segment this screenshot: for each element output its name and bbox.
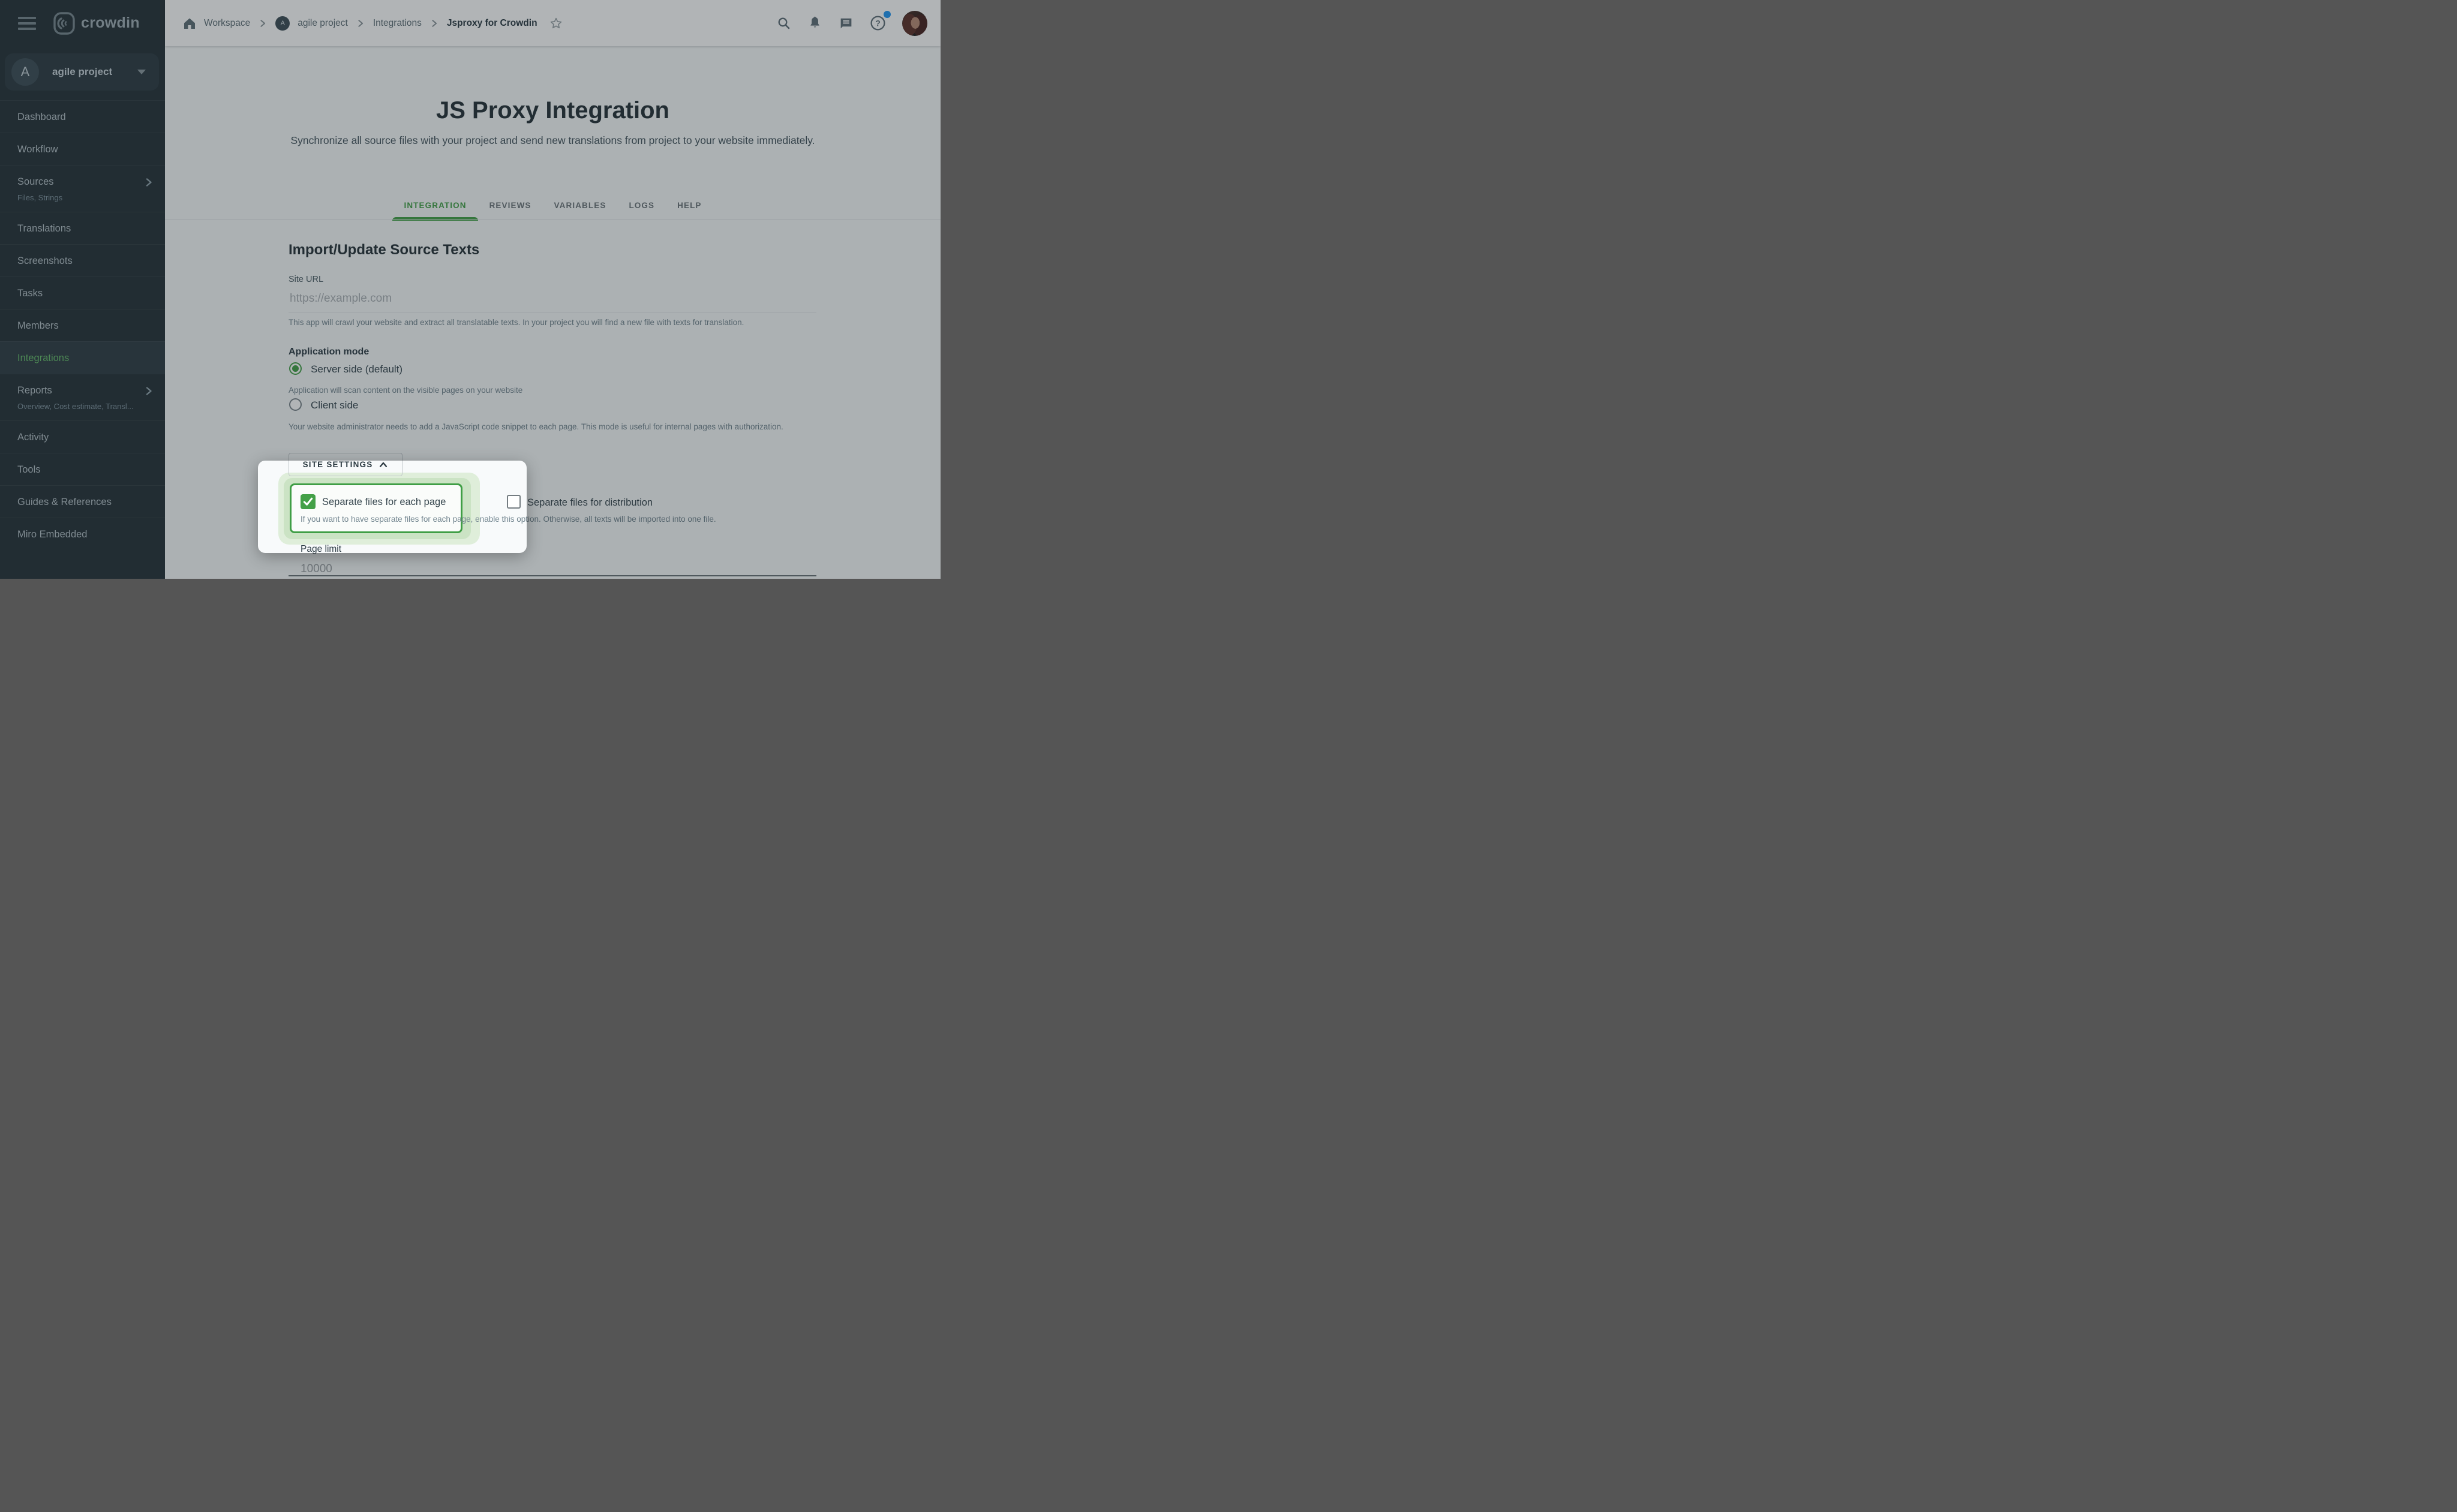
home-icon[interactable] [183, 17, 196, 30]
client-side-help: Your website administrator needs to add … [289, 422, 783, 431]
help-icon[interactable]: ? [870, 11, 891, 31]
sidebar-item[interactable]: Guides & References [0, 485, 165, 518]
sidebar-item[interactable]: Miro Embedded [0, 518, 165, 550]
chevron-right-icon [432, 19, 437, 27]
sidebar-item[interactable]: Workflow [0, 133, 165, 165]
sidebar: crowdin A agile project Dashboard Workfl… [0, 0, 165, 579]
highlighted-option-box [290, 483, 462, 533]
sidebar-item[interactable]: Tools [0, 453, 165, 485]
page-subtitle: Synchronize all source files with your p… [290, 134, 815, 146]
radio-client-side-label[interactable]: Client side [311, 399, 358, 411]
tabs-divider [165, 219, 941, 220]
page-limit-value[interactable]: 10000 [301, 563, 332, 576]
sidebar-item[interactable]: Dashboard [0, 100, 165, 133]
checkbox-separate-files-each-page-label[interactable]: Separate files for each page [322, 497, 446, 508]
site-url-input[interactable] [289, 285, 816, 312]
top-header: Workspace A agile project Integrations J… [165, 0, 941, 46]
site-settings-toggle-button[interactable]: SITE SETTINGS [289, 453, 403, 476]
breadcrumb-project[interactable]: agile project [298, 18, 348, 29]
tab-bar: INTEGRATION REVIEWS VARIABLES LOGS HELP [165, 194, 941, 221]
checkbox-separate-files-distribution-label[interactable]: Separate files for distribution [527, 497, 653, 509]
check-icon [303, 497, 313, 506]
tab[interactable]: LOGS [617, 194, 666, 220]
sidebar-item[interactable]: Tasks [0, 276, 165, 309]
crowdin-logo-icon [53, 11, 76, 35]
chevron-right-icon [143, 386, 154, 396]
server-side-help: Application will scan content on the vis… [289, 386, 523, 395]
sidebar-item-label: Translations [17, 223, 71, 234]
tab[interactable]: HELP [666, 194, 713, 220]
notifications-bell-icon[interactable] [807, 16, 822, 31]
project-selector[interactable]: A agile project [5, 53, 159, 91]
sidebar-item-label: Dashboard [17, 112, 66, 122]
chevron-right-icon [260, 19, 266, 27]
sidebar-item[interactable]: Screenshots [0, 244, 165, 276]
sidebar-item-label: Tools [17, 464, 41, 475]
sidebar-item-label: Miro Embedded [17, 529, 88, 540]
sidebar-item[interactable]: Integrations [0, 341, 165, 374]
site-url-label: Site URL [289, 275, 324, 284]
user-avatar[interactable] [902, 10, 927, 36]
sidebar-item-subtitle: Files, Strings [17, 193, 63, 202]
hamburger-menu-icon[interactable] [18, 16, 36, 30]
separate-files-help: If you want to have separate files for e… [301, 515, 716, 524]
chevron-up-icon [380, 462, 388, 467]
page-limit-input-underline [289, 575, 816, 576]
checkbox-separate-files-each-page[interactable] [301, 494, 316, 509]
sidebar-item[interactable]: Activity [0, 420, 165, 453]
sidebar-item[interactable]: Sources Files, Strings [0, 165, 165, 212]
crowdin-wordmark: crowdin [81, 14, 140, 31]
project-avatar: A [11, 58, 39, 86]
sidebar-item-label: Workflow [17, 144, 58, 155]
application-mode-label: Application mode [289, 347, 370, 357]
breadcrumb-current-page: Jsproxy for Crowdin [446, 17, 537, 28]
page-title: JS Proxy Integration [436, 97, 669, 124]
page-limit-label: Page limit [301, 544, 342, 554]
header-actions: ? [777, 10, 927, 36]
breadcrumb-integrations[interactable]: Integrations [373, 18, 422, 29]
breadcrumb-project-avatar: A [275, 16, 290, 31]
search-icon[interactable] [777, 16, 791, 31]
sidebar-nav: Dashboard Workflow Sources Files, String… [0, 100, 165, 550]
sidebar-item[interactable]: Translations [0, 212, 165, 244]
site-url-help: This app will crawl your website and ext… [289, 318, 744, 327]
sidebar-item-label: Activity [17, 432, 49, 443]
radio-server-side-label[interactable]: Server side (default) [311, 363, 403, 375]
crowdin-logo[interactable]: crowdin [53, 11, 140, 35]
tab[interactable]: INTEGRATION [392, 194, 478, 221]
notification-dot-badge [884, 11, 891, 18]
sidebar-item-label: Tasks [17, 288, 43, 299]
app-window: crowdin A agile project Dashboard Workfl… [0, 0, 941, 579]
section-title: Import/Update Source Texts [289, 242, 480, 258]
sidebar-item-label: Guides & References [17, 497, 112, 507]
checkbox-separate-files-distribution[interactable] [507, 495, 521, 509]
sidebar-item-label: Members [17, 320, 59, 331]
breadcrumb-workspace[interactable]: Workspace [204, 18, 250, 29]
project-name: agile project [52, 66, 113, 77]
chevron-right-icon [143, 177, 154, 188]
sidebar-item[interactable]: Reports Overview, Cost estimate, Transl.… [0, 374, 165, 420]
sidebar-item[interactable]: Members [0, 309, 165, 341]
radio-server-side[interactable] [289, 362, 302, 375]
svg-text:?: ? [875, 19, 881, 28]
messages-chat-icon[interactable] [839, 16, 854, 31]
sidebar-item-subtitle: Overview, Cost estimate, Transl... [17, 402, 134, 411]
tab[interactable]: VARIABLES [543, 194, 618, 220]
radio-client-side[interactable] [289, 398, 302, 411]
star-favorite-icon[interactable] [549, 16, 563, 31]
chevron-down-icon [137, 70, 146, 74]
sidebar-item-label: Integrations [17, 353, 70, 363]
main-content: JS Proxy Integration Synchronize all sou… [165, 46, 941, 579]
sidebar-top: crowdin [0, 0, 165, 46]
chevron-right-icon [358, 19, 363, 27]
tab[interactable]: REVIEWS [478, 194, 543, 220]
breadcrumb: Workspace A agile project Integrations J… [183, 16, 777, 31]
sidebar-item-label: Screenshots [17, 255, 73, 266]
